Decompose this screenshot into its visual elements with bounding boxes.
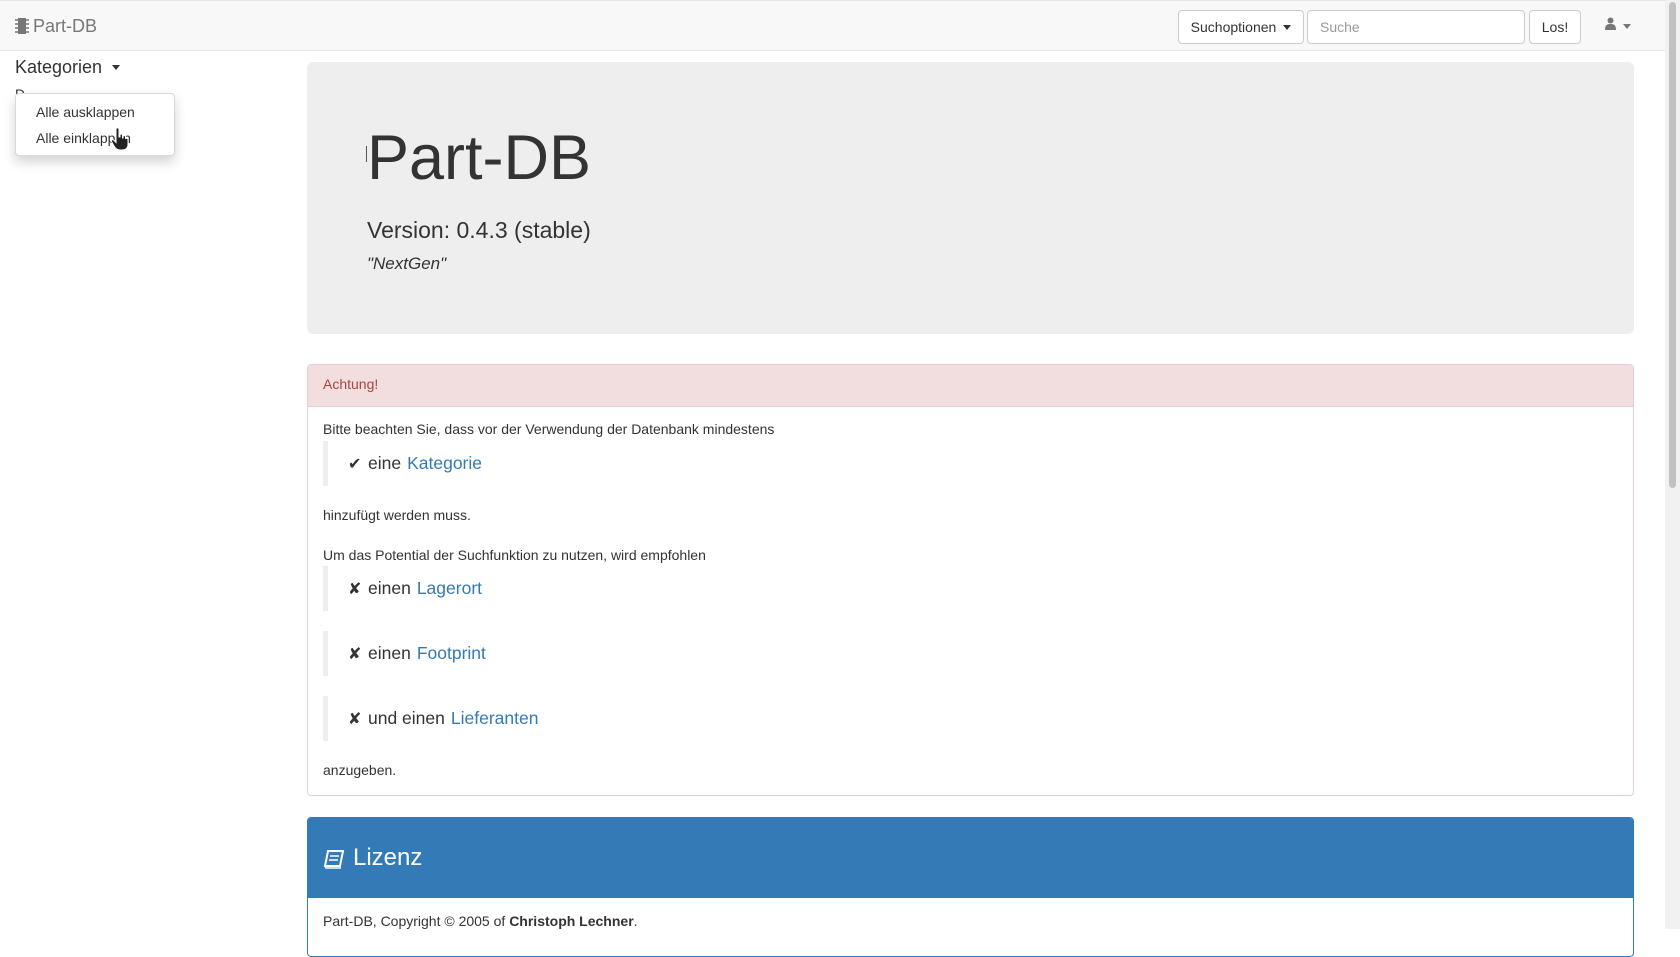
caret-down-icon (112, 65, 121, 70)
chip-icon (15, 17, 29, 35)
license-suffix: . (633, 913, 638, 929)
codename-text: "NextGen" (367, 254, 447, 273)
warning-after-required: hinzufügt werden muss. (323, 507, 471, 523)
search-options-button[interactable]: Suchoptionen (1178, 10, 1304, 44)
license-title: Lizenz (353, 844, 423, 871)
version-text: Version: 0.4.3 (stable) (367, 217, 591, 243)
expand-all-item[interactable]: Alle ausklappen (16, 99, 174, 125)
caret-down-icon (1283, 24, 1292, 30)
collapse-all-item[interactable]: Alle einklappen (16, 125, 174, 151)
jumbotron: Part-DB Version: 0.4.3 (stable) "NextGen… (307, 62, 1634, 334)
recommended-item-footprint: ✘ einen Footprint (323, 631, 723, 676)
recommended-prefix: und einen (368, 708, 445, 728)
recommended-item-supplier: ✘ und einen Lieferanten (323, 696, 723, 741)
book-icon (323, 848, 345, 869)
user-icon (1605, 17, 1616, 35)
cross-icon: ✘ (348, 645, 362, 663)
search-options-label: Suchoptionen (1190, 19, 1277, 35)
warning-panel: Achtung! Bitte beachten Sie, dass vor de… (307, 364, 1634, 796)
license-prefix: Part-DB, Copyright © 2005 of (323, 913, 506, 929)
supplier-link[interactable]: Lieferanten (451, 708, 539, 729)
navbar: Part-DB Suchoptionen Los! (0, 0, 1680, 51)
scrollbar-thumb[interactable] (1669, 2, 1676, 488)
cross-icon: ✘ (348, 580, 362, 598)
caret-down-icon (1623, 23, 1631, 29)
license-heading: Lizenz (308, 818, 1633, 898)
license-text: Part-DB, Copyright © 2005 of Christoph L… (323, 913, 638, 929)
license-panel: Lizenz Part-DB, Copyright © 2005 of Chri… (307, 817, 1634, 957)
user-menu[interactable] (1605, 15, 1631, 37)
warning-intro: Bitte beachten Sie, dass vor der Verwend… (323, 421, 775, 437)
search-go-button[interactable]: Los! (1529, 10, 1581, 44)
required-item-category: ✔ eine Kategorie (323, 441, 723, 486)
search-input[interactable] (1307, 10, 1525, 44)
categories-title: Kategorien (15, 57, 103, 77)
brand-link[interactable]: Part-DB (15, 15, 97, 37)
location-link[interactable]: Lagerort (417, 578, 482, 599)
warning-heading: Achtung! (308, 365, 1633, 407)
required-prefix: eine (368, 453, 402, 473)
warning-outro: anzugeben. (323, 762, 397, 778)
recommended-prefix: einen (368, 643, 411, 663)
categories-dropdown-toggle[interactable]: Kategorien (15, 57, 121, 78)
category-link[interactable]: Kategorie (407, 453, 482, 474)
footprint-link[interactable]: Footprint (417, 643, 486, 664)
categories-dropdown-menu: Alle ausklappen Alle einklappen (15, 93, 175, 156)
brand-label: Part-DB (33, 15, 98, 36)
recommended-item-location: ✘ einen Lagerort (323, 566, 723, 611)
hand-pointer-icon (110, 127, 130, 151)
page-title: Part-DB (367, 123, 592, 193)
recommend-intro: Um das Potential der Suchfunktion zu nut… (323, 547, 706, 563)
cross-icon: ✘ (348, 710, 362, 728)
license-author: Christoph Lechner (509, 913, 634, 929)
check-icon: ✔ (348, 455, 362, 473)
recommended-prefix: einen (368, 578, 411, 598)
